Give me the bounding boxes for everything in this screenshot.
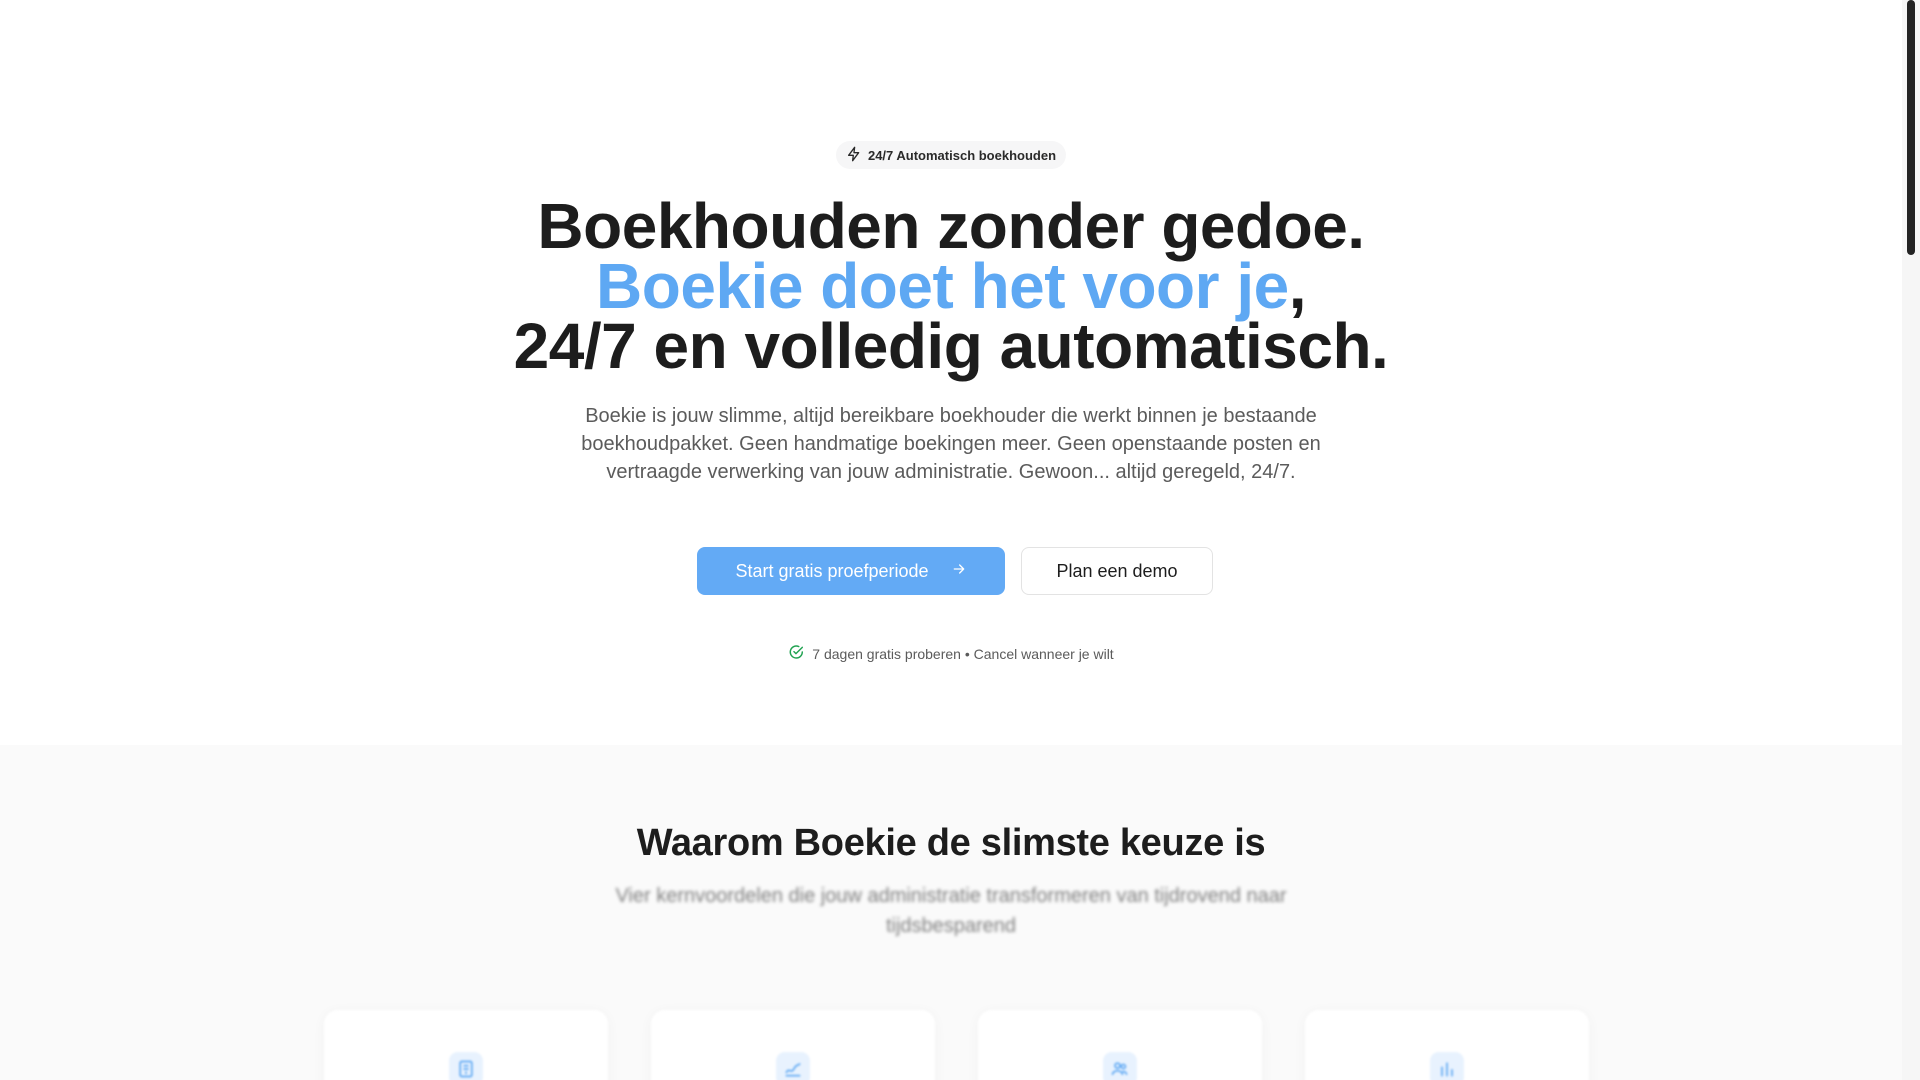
feature-card [324, 1010, 608, 1080]
start-trial-button[interactable]: Start gratis proefperiode [697, 547, 1005, 595]
cta-row: Start gratis proefperiode Plan een demo [697, 547, 1213, 595]
page: 24/7 Automatisch boekhouden Boekhouden z… [0, 0, 1902, 1080]
plan-demo-button[interactable]: Plan een demo [1021, 547, 1213, 595]
features-title: Waarom Boekie de slimste keuze is [636, 822, 1266, 864]
hero-headline: Boekhouden zonder gedoe. Boekie doet het… [0, 190, 1902, 382]
vertical-scrollbar[interactable] [1902, 0, 1920, 1080]
receipt-icon [449, 1052, 483, 1080]
trial-note: 7 dagen gratis proberen • Cancel wanneer… [788, 644, 1114, 663]
check-circle-icon [788, 644, 804, 663]
hero-section: 24/7 Automatisch boekhouden Boekhouden z… [0, 0, 1902, 745]
features-section: Waarom Boekie de slimste keuze is Vier k… [0, 745, 1902, 1080]
arrow-right-icon [951, 561, 967, 582]
hero-subtext: Boekie is jouw slimme, altijd bereikbare… [581, 405, 1321, 483]
hero-badge-label: 24/7 Automatisch boekhouden [867, 147, 1057, 163]
lightning-icon [846, 146, 862, 165]
feature-card [651, 1010, 935, 1080]
users-icon [1103, 1052, 1137, 1080]
headline-line-2: Boekie doet het voor je, [0, 254, 1902, 318]
hero-badge: 24/7 Automatisch boekhouden [835, 141, 1067, 169]
scrollbar-thumb[interactable] [1907, 0, 1915, 255]
bar-chart-icon [1430, 1052, 1464, 1080]
feature-card [1305, 1010, 1589, 1080]
headline-line-3: 24/7 en volledig automatisch. [513, 310, 1389, 382]
features-subtitle: Vier kernvoordelen die jouw administrati… [615, 885, 1287, 937]
trial-note-text: 7 dagen gratis proberen • Cancel wanneer… [812, 645, 1114, 662]
trend-icon [776, 1052, 810, 1080]
start-trial-label: Start gratis proefperiode [735, 560, 929, 581]
headline-line-1: Boekhouden zonder gedoe. [537, 190, 1365, 262]
feature-card [978, 1010, 1262, 1080]
